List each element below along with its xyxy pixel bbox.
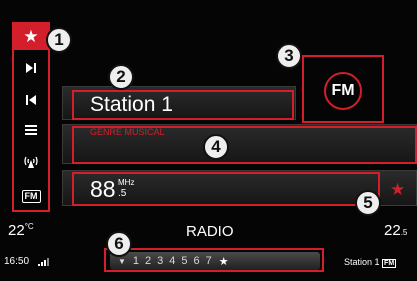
star-icon: ★: [23, 27, 39, 46]
callout-6: 6: [106, 231, 132, 257]
favorites-button[interactable]: ★: [14, 24, 48, 50]
presets-row: ▼ 1 2 3 4 5 6 7 ★: [118, 254, 229, 268]
preset-2[interactable]: 2: [145, 255, 151, 267]
callout-5: 5: [355, 190, 381, 216]
frequency-decimal: .5: [118, 188, 127, 199]
preset-1[interactable]: 1: [133, 255, 139, 267]
preset-5[interactable]: 5: [181, 255, 187, 267]
callout-4: 4: [203, 134, 229, 160]
band-label: FM: [331, 82, 355, 99]
radio-screen: ★ FM Station 1 FM GENRE MUSICAL 88 MHz .…: [0, 0, 417, 281]
callout-1: 1: [46, 27, 72, 53]
station-right: Station 1 FM: [344, 257, 397, 268]
antenna-icon: [24, 156, 38, 168]
presets-arrow-icon[interactable]: ▼: [118, 257, 126, 266]
next-track-icon: [26, 63, 36, 73]
favorite-star-icon[interactable]: ★: [390, 181, 405, 199]
preset-4[interactable]: 4: [169, 255, 175, 267]
fm-band-icon: FM: [21, 189, 41, 203]
station-name: Station 1: [90, 93, 173, 116]
temp-right: 22.5: [384, 222, 407, 239]
previous-track-icon: [26, 95, 36, 105]
next-track-button[interactable]: [16, 56, 46, 80]
temp-left-value: 22: [8, 222, 25, 239]
screen-title: RADIO: [186, 223, 234, 240]
frequency-unit: MHz: [118, 178, 135, 187]
temp-left-unit: °C: [24, 222, 34, 231]
genre-text: GENRE MUSICAL: [90, 127, 165, 137]
list-button[interactable]: [16, 118, 46, 142]
signal-icon: [38, 258, 52, 266]
previous-track-button[interactable]: [16, 88, 46, 112]
preset-favorite-star-icon[interactable]: ★: [219, 255, 229, 268]
temp-left: 22°C: [8, 222, 34, 239]
temp-right-decimal: .5: [400, 228, 408, 237]
station-right-name: Station 1: [344, 257, 380, 267]
callout-2: 2: [108, 64, 134, 90]
preset-6[interactable]: 6: [194, 255, 200, 267]
antenna-button[interactable]: [16, 150, 46, 174]
band-indicator: FM: [324, 72, 362, 110]
list-icon: [25, 125, 37, 135]
fm-band-button[interactable]: FM: [16, 184, 46, 208]
station-right-badge: FM: [382, 259, 397, 268]
temp-right-value: 22: [384, 222, 401, 239]
preset-3[interactable]: 3: [157, 255, 163, 267]
frequency-main: 88: [90, 176, 116, 202]
callout-3: 3: [276, 43, 302, 69]
clock: 16:50: [4, 256, 30, 267]
preset-7[interactable]: 7: [206, 255, 212, 267]
